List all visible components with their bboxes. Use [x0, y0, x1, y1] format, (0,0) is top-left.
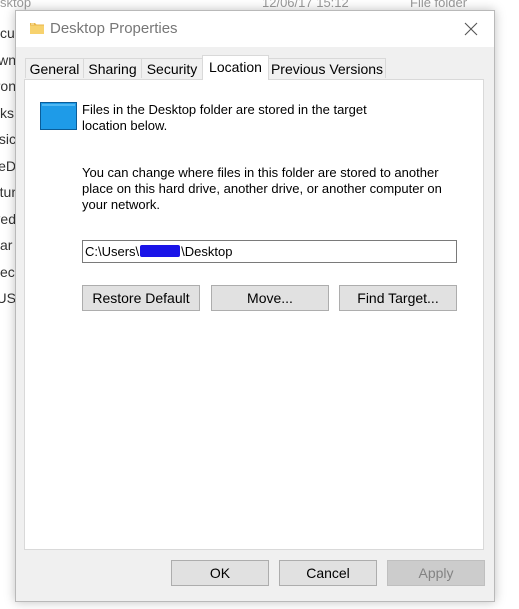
location-tab-panel: Files in the Desktop folder are stored i…	[24, 79, 484, 550]
background-nav-item[interactable]: tur	[0, 179, 16, 206]
background-nav-item[interactable]: ec	[0, 259, 16, 286]
location-info-text: Files in the Desktop folder are stored i…	[82, 102, 367, 133]
background-nav-item[interactable]: ron	[0, 73, 16, 100]
ok-button[interactable]: OK	[171, 560, 269, 586]
target-path-input[interactable]: C:\Users\ \Desktop	[82, 240, 457, 263]
tab-general[interactable]: General	[25, 58, 84, 78]
background-nav-item[interactable]: US	[0, 285, 16, 312]
title-bar[interactable]: Desktop Properties	[16, 11, 494, 47]
tab-security[interactable]: Security	[141, 58, 203, 78]
cancel-button[interactable]: Cancel	[279, 560, 377, 586]
move-button[interactable]: Move...	[211, 285, 329, 311]
background-nav-item[interactable]: ks	[0, 100, 16, 127]
desktop-folder-icon	[40, 102, 77, 130]
path-suffix: \Desktop	[181, 244, 233, 259]
background-nav-item[interactable]: ved	[0, 206, 16, 233]
tab-location[interactable]: Location	[202, 55, 269, 80]
redacted-username	[140, 245, 181, 257]
background-nav-item[interactable]: eD	[0, 153, 16, 180]
path-prefix: C:\Users\	[85, 244, 140, 259]
dialog-title: Desktop Properties	[50, 20, 178, 37]
background-nav-item[interactable]: sic	[0, 126, 16, 153]
background-nav-item[interactable]: cu	[0, 20, 16, 47]
find-target-button[interactable]: Find Target...	[339, 285, 457, 311]
folder-icon	[30, 23, 44, 34]
background-file-name: sktop	[0, 0, 32, 10]
restore-default-button[interactable]: Restore Default	[82, 285, 200, 311]
properties-dialog: Desktop Properties General Sharing Secur…	[15, 10, 495, 602]
background-nav-item[interactable]: ar	[0, 232, 16, 259]
apply-button[interactable]: Apply	[387, 560, 485, 586]
tab-previous-versions[interactable]: Previous Versions	[268, 58, 386, 78]
location-description: You can change where files in this folde…	[82, 165, 442, 212]
background-nav-item[interactable]: wn	[0, 47, 16, 74]
close-icon	[464, 22, 478, 36]
background-file-type: File folder	[410, 0, 468, 10]
close-button[interactable]	[448, 11, 494, 47]
tab-sharing[interactable]: Sharing	[83, 58, 142, 78]
background-file-date: 12/06/17 15:12	[262, 0, 349, 10]
